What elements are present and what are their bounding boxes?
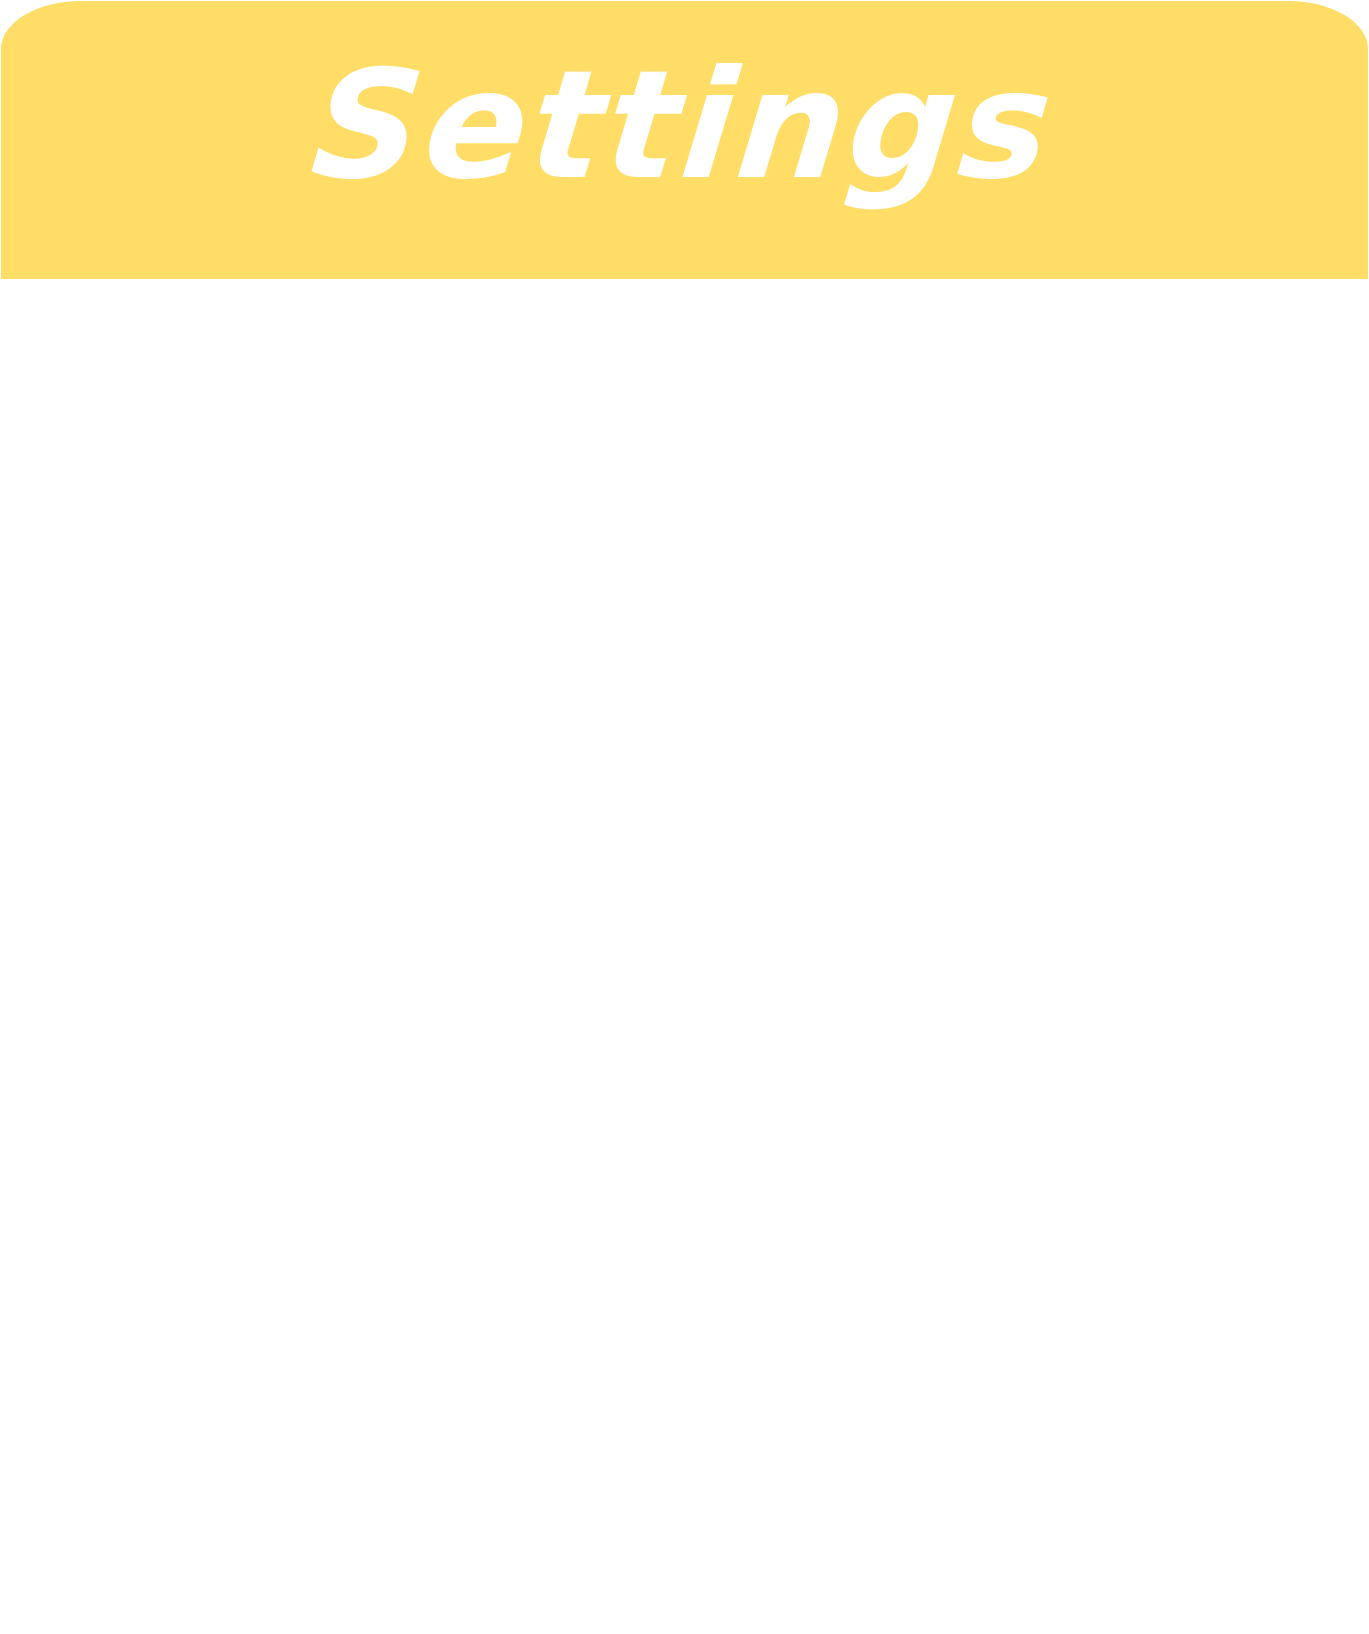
settings-panel: Settings <box>1 1 1368 1634</box>
settings-header: Settings <box>1 1 1368 279</box>
settings-content-area <box>1 279 1368 1634</box>
settings-page: Settings <box>0 0 1369 1634</box>
page-title: Settings <box>305 39 1064 213</box>
